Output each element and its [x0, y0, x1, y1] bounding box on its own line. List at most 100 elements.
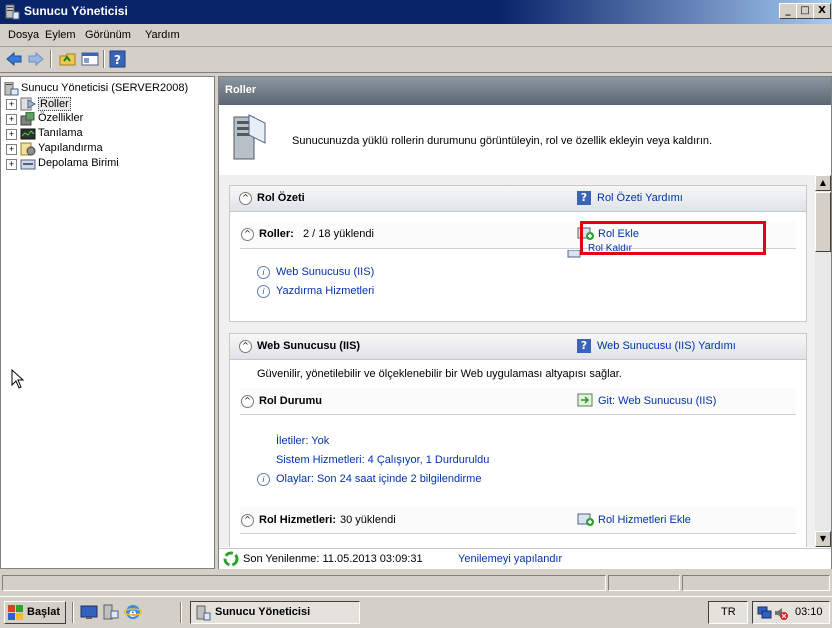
collapse-icon[interactable]: ^	[241, 514, 254, 527]
system-services-link[interactable]: Sistem Hizmetleri: 4 Çalışıyor, 1 Durdur…	[276, 454, 489, 466]
goto-iis-link[interactable]: Git: Web Sunucusu (IIS)	[598, 395, 716, 407]
configuration-icon	[20, 142, 36, 156]
tree-item-roller[interactable]: + Roller	[1, 97, 211, 112]
iis-header: ^ Web Sunucusu (IIS) ? Web Sunucusu (IIS…	[230, 334, 806, 360]
vertical-scrollbar[interactable]: ▲ ▼	[815, 175, 831, 547]
system-tray: 03:10	[752, 601, 830, 624]
tree-item-label: Yapılandırma	[38, 142, 103, 154]
roles-large-icon	[231, 113, 267, 164]
tree-item-yapilandirma[interactable]: + Yapılandırma	[1, 142, 211, 157]
status-panel	[2, 575, 606, 591]
back-arrow-icon[interactable]	[4, 50, 24, 68]
tree-item-tanilama[interactable]: + Tanılama	[1, 127, 211, 142]
role-summary-header: ^ Rol Özeti ? Rol Özeti Yardımı	[230, 186, 806, 212]
expand-icon[interactable]: +	[6, 144, 17, 155]
volume-icon[interactable]	[773, 605, 789, 624]
iis-title: Web Sunucusu (IIS)	[257, 340, 361, 352]
collapse-icon[interactable]: ^	[239, 192, 252, 205]
mouse-cursor-icon	[11, 368, 25, 392]
server-manager-icon	[195, 605, 211, 624]
role-summary-section: ^ Rol Özeti ? Rol Özeti Yardımı ^ Roller…	[229, 185, 807, 322]
refresh-icon	[223, 551, 239, 570]
iis-help-link[interactable]: Web Sunucusu (IIS) Yardımı	[597, 340, 736, 352]
console-tree-icon[interactable]	[80, 50, 100, 68]
window-status-bar	[0, 573, 832, 593]
iis-section: ^ Web Sunucusu (IIS) ? Web Sunucusu (IIS…	[229, 333, 807, 547]
toolbar: ?	[0, 47, 832, 73]
console-tree: Sunucu Yöneticisi (SERVER2008) + Roller …	[0, 76, 215, 569]
expand-icon[interactable]: +	[6, 114, 17, 125]
info-icon: i	[257, 285, 270, 298]
internet-explorer-icon[interactable]: e	[123, 603, 143, 624]
events-link[interactable]: Olaylar: Son 24 saat içinde 2 bilgilendi…	[276, 473, 481, 485]
iis-description: Güvenilir, yönetilebilir ve ölçeklenebil…	[257, 368, 622, 380]
configure-refresh-link[interactable]: Yenilemeyi yapılandır	[458, 553, 562, 565]
diagnostics-icon	[20, 127, 36, 141]
language-indicator[interactable]: TR	[708, 601, 748, 624]
tree-item-label: Özellikler	[38, 112, 84, 124]
installed-role-iis[interactable]: Web Sunucusu (IIS)	[276, 266, 374, 278]
network-icon[interactable]	[757, 605, 773, 624]
messages-link[interactable]: İletiler: Yok	[276, 435, 329, 447]
collapse-icon[interactable]: ^	[241, 228, 254, 241]
expand-icon[interactable]: +	[6, 159, 17, 170]
help-icon: ?	[577, 339, 591, 353]
tree-item-depolama[interactable]: + Depolama Birimi	[1, 157, 211, 172]
close-button[interactable]: X	[813, 3, 831, 19]
collapse-icon[interactable]: ^	[241, 395, 254, 408]
last-refresh-text: Son Yenilenme: 11.05.2013 03:09:31	[243, 553, 423, 565]
tree-item-label: Roller	[38, 97, 71, 111]
goto-icon	[577, 392, 595, 411]
svg-text:e: e	[129, 606, 137, 620]
menu-bar: Dosya Eylem Görünüm Yardım	[0, 24, 832, 47]
start-button[interactable]: Başlat	[4, 601, 66, 624]
collapse-icon[interactable]: ^	[239, 340, 252, 353]
up-folder-icon[interactable]	[58, 50, 78, 68]
add-services-icon	[577, 511, 595, 530]
installed-role-print[interactable]: Yazdırma Hizmetleri	[276, 285, 374, 297]
expand-icon[interactable]: +	[6, 129, 17, 140]
show-desktop-icon[interactable]	[80, 604, 98, 623]
role-services-count: 30 yüklendi	[340, 514, 396, 526]
menu-gorunum[interactable]: Görünüm	[85, 29, 131, 41]
taskbar-window-label: Sunucu Yöneticisi	[215, 606, 311, 618]
scroll-content: ^ Rol Özeti ? Rol Özeti Yardımı ^ Roller…	[219, 175, 815, 547]
scroll-up-button[interactable]: ▲	[815, 175, 831, 191]
roles-label: Roller:	[259, 228, 294, 240]
scroll-down-button[interactable]: ▼	[815, 531, 831, 547]
svg-text:?: ?	[114, 53, 121, 67]
menu-dosya[interactable]: Dosya	[8, 29, 39, 41]
menu-eylem[interactable]: Eylem	[45, 29, 76, 41]
details-pane: Roller Sunucunuzda yüklü rollerin durumu…	[218, 76, 832, 569]
storage-icon	[20, 157, 36, 171]
pane-header: Roller	[219, 77, 831, 105]
info-icon: i	[257, 266, 270, 279]
maximize-button[interactable]: □	[796, 3, 814, 19]
intro-text: Sunucunuzda yüklü rollerin durumunu görü…	[292, 135, 713, 147]
highlight-box	[580, 221, 766, 255]
role-status-title: Rol Durumu	[259, 395, 322, 407]
expand-icon[interactable]: +	[6, 99, 17, 110]
role-services-subheader: ^ Rol Hizmetleri: 30 yüklendi Rol Hizmet…	[240, 507, 796, 534]
info-icon: i	[257, 473, 270, 486]
add-role-services-link[interactable]: Rol Hizmetleri Ekle	[598, 514, 691, 526]
taskbar-window-button[interactable]: Sunucu Yöneticisi	[190, 601, 360, 624]
scroll-thumb[interactable]	[815, 192, 831, 252]
server-manager-quick-icon[interactable]	[102, 604, 120, 623]
roles-icon	[20, 97, 37, 111]
taskbar: Başlat e Sunucu Yöneticisi TR 03:10	[0, 596, 832, 628]
menu-yardim[interactable]: Yardım	[145, 29, 180, 41]
pane-status-bar: Son Yenilenme: 11.05.2013 03:09:31 Yenil…	[219, 548, 831, 569]
role-status-subheader: ^ Rol Durumu Git: Web Sunucusu (IIS)	[240, 388, 796, 415]
minimize-button[interactable]: _	[779, 3, 797, 19]
tree-item-ozellikler[interactable]: + Özellikler	[1, 111, 211, 127]
clock: 03:10	[795, 606, 823, 618]
role-summary-title: Rol Özeti	[257, 192, 305, 204]
help-icon[interactable]: ?	[108, 50, 128, 68]
role-summary-help-link[interactable]: Rol Özeti Yardımı	[597, 192, 683, 204]
tree-root-label: Sunucu Yöneticisi (SERVER2008)	[21, 82, 189, 94]
status-panel	[682, 575, 830, 591]
forward-arrow-icon[interactable]	[26, 50, 46, 68]
status-panel	[608, 575, 680, 591]
features-icon	[20, 111, 36, 126]
